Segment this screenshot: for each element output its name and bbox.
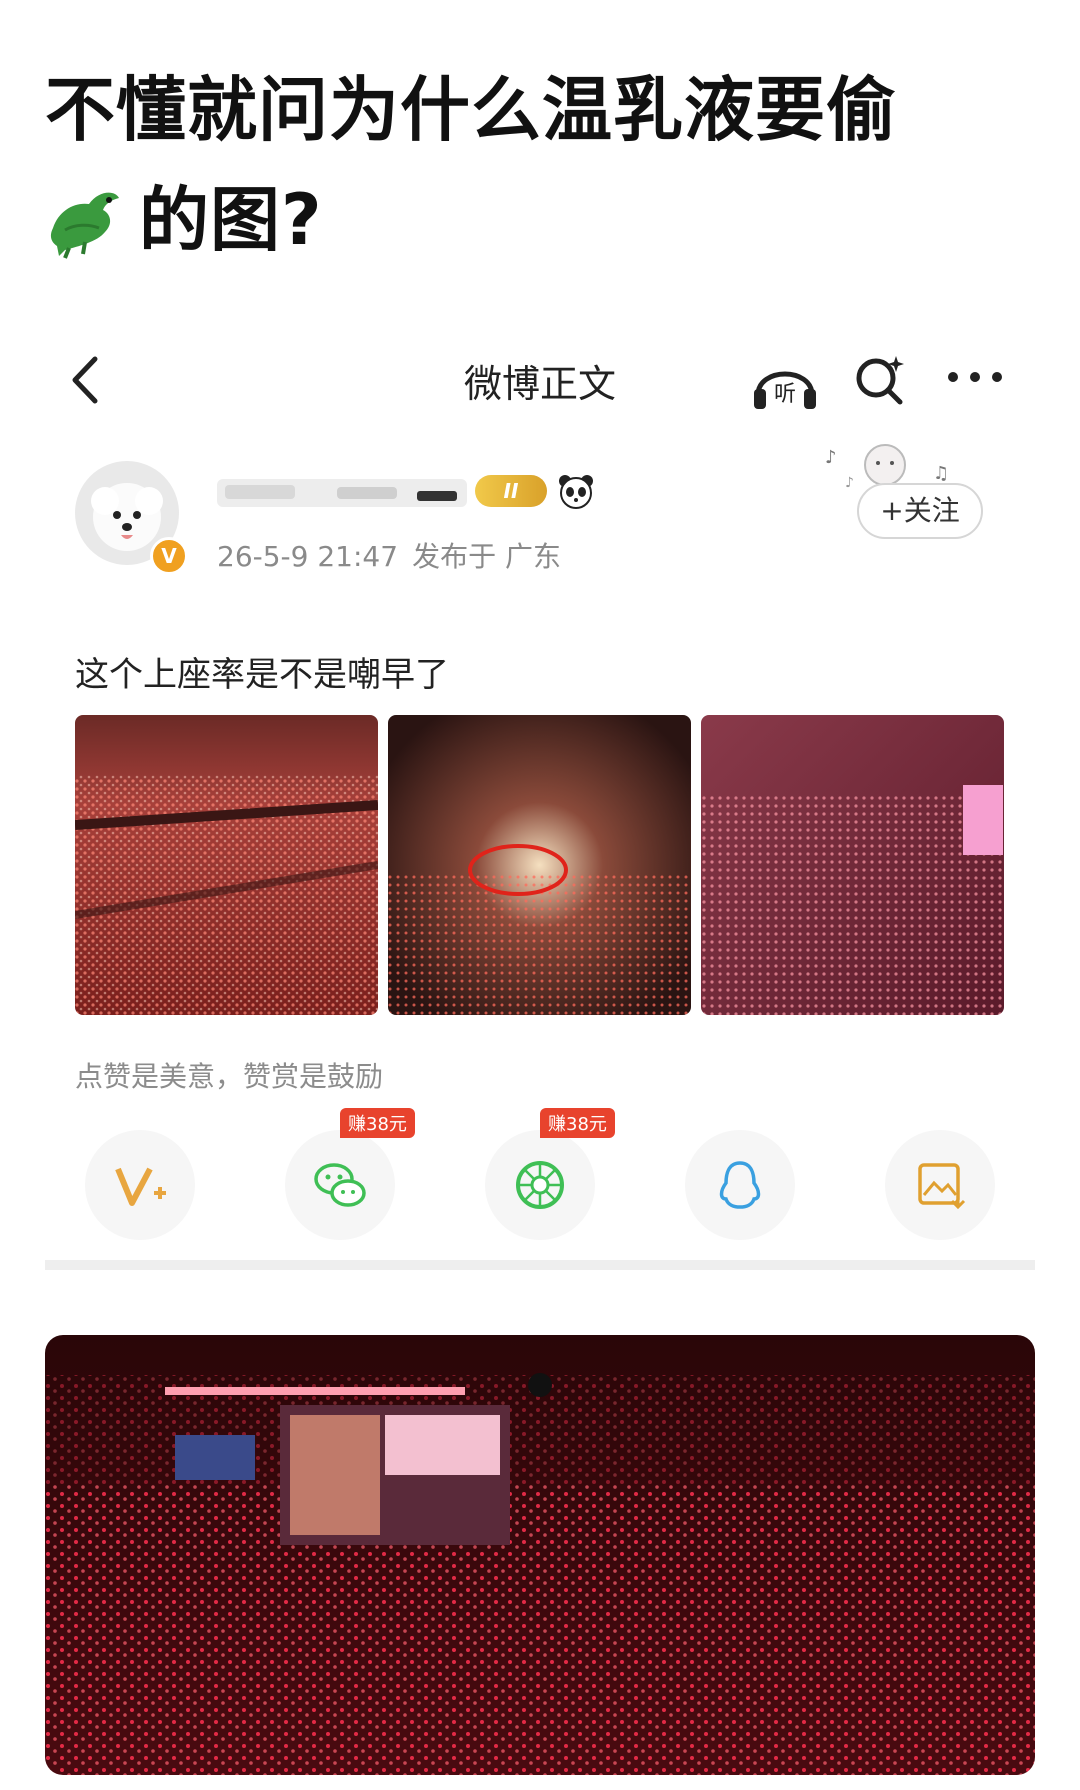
share-moments-button[interactable]: 赚38元 xyxy=(485,1108,615,1240)
qq-penguin-icon xyxy=(719,1161,761,1209)
post-image-2[interactable] xyxy=(388,715,691,1015)
post-image-1[interactable] xyxy=(75,715,378,1015)
share-wechat-button[interactable]: 赚38元 xyxy=(285,1108,415,1240)
post-meta: 26-5-9 21:47 发布于 广东 xyxy=(217,535,575,575)
level-badge: II xyxy=(475,475,547,507)
post-time: 26-5-9 21:47 xyxy=(217,540,399,573)
more-options-icon[interactable] xyxy=(945,367,1005,387)
listen-label: 听 xyxy=(774,382,796,407)
listen-headphones-icon[interactable]: 听 xyxy=(750,351,820,411)
svg-text:♫: ♫ xyxy=(933,463,949,484)
username-redacted[interactable] xyxy=(217,473,507,513)
section-divider xyxy=(45,1260,1035,1270)
svg-text:♪: ♪ xyxy=(825,447,837,468)
earn-badge: 赚38元 xyxy=(540,1108,615,1138)
moments-icon xyxy=(516,1161,564,1209)
weibo-post-card: V II 26-5-9 21:47 发布于 广东 ♪ ♫ ♪ +关注 这个上座率是… xyxy=(45,425,1035,1265)
headline-line2-text: 的图? xyxy=(139,179,323,261)
post-image-grid xyxy=(75,715,1005,1015)
svg-text:♪: ♪ xyxy=(845,475,854,491)
vplus-icon xyxy=(115,1167,166,1206)
weibo-screenshot: 微博正文 听 V II 26-5-9 21:47 发布于 广东 ♪ ♫ ♪ +关… xyxy=(45,305,1035,1775)
post-text: 这个上座率是不是嘲早了 xyxy=(75,655,449,695)
headline: 不懂就问为什么温乳液要偷 的图? xyxy=(45,55,1045,275)
panda-icon xyxy=(559,475,593,509)
wechat-icon xyxy=(314,1163,366,1207)
save-image-icon xyxy=(918,1163,966,1210)
verified-badge-icon: V xyxy=(150,537,188,575)
follow-button[interactable]: +关注 xyxy=(857,483,983,539)
share-vplus-button[interactable] xyxy=(85,1130,195,1240)
reward-tip: 点赞是美意，赞赏是鼓励 xyxy=(75,1060,384,1093)
headline-line2: 的图? xyxy=(45,165,1045,275)
earn-badge: 赚38元 xyxy=(340,1108,415,1138)
crocodile-emoji-icon xyxy=(50,192,120,259)
search-icon[interactable] xyxy=(850,350,910,410)
post-location: 发布于 广东 xyxy=(412,540,561,573)
weibo-nav-bar: 微博正文 听 xyxy=(45,305,1035,425)
share-bar: 赚38元 赚38元 xyxy=(85,1105,995,1255)
concert-photo[interactable] xyxy=(45,1335,1035,1775)
headline-line1: 不懂就问为什么温乳液要偷 xyxy=(45,69,897,151)
share-save-image-button[interactable] xyxy=(885,1130,995,1240)
post-image-3[interactable] xyxy=(701,715,1004,1015)
share-qq-button[interactable] xyxy=(685,1130,795,1240)
